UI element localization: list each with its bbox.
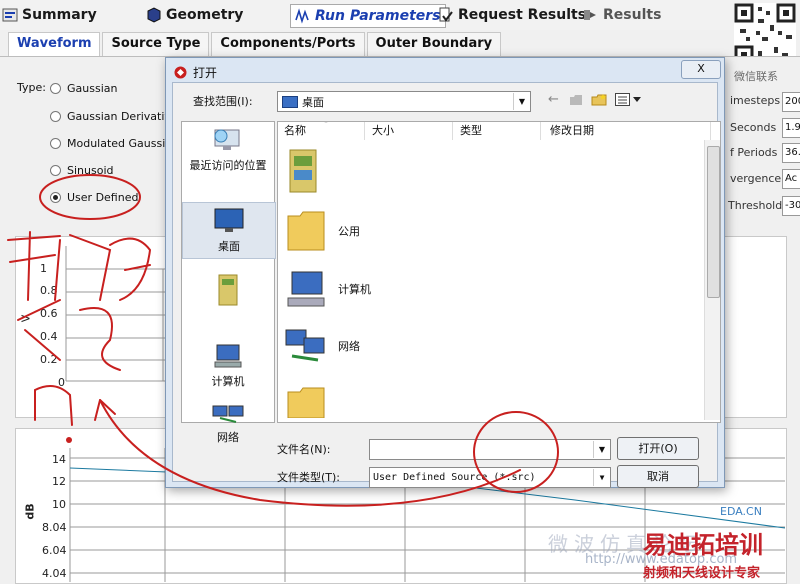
handwriting-stroke: [17, 299, 121, 371]
circle-annotation: [473, 411, 559, 493]
watermark-site: EDA.CN: [720, 505, 762, 518]
handwriting-stroke: [34, 385, 73, 426]
handwriting-stroke: [7, 231, 112, 301]
watermark-subtitle: 射频和天线设计专家: [643, 566, 761, 581]
watermark-contact: 微信联系: [734, 70, 778, 83]
handwriting-stroke: [109, 237, 152, 301]
handwritten-annotation-overlay: [7, 174, 559, 507]
circle-annotation: [39, 174, 141, 220]
arrow-curve: [99, 399, 521, 507]
